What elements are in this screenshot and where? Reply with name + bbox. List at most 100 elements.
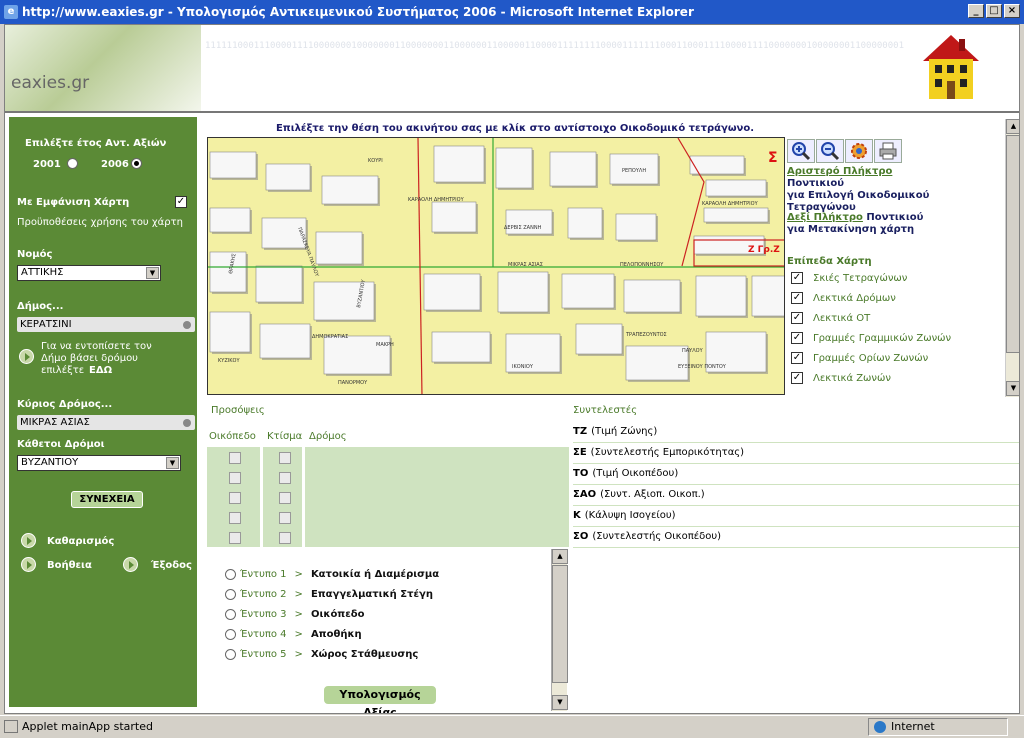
form-radio[interactable] — [225, 648, 236, 660]
calculate-value-button[interactable]: Υπολογισμός Αξίας — [323, 685, 437, 713]
layer-checkbox[interactable]: ✓ — [791, 292, 803, 304]
locate-here-link[interactable]: ΕΔΩ — [89, 365, 112, 376]
layer-label: Λεκτικά ΟΤ — [813, 312, 871, 324]
main-street-combo[interactable]: ΜΙΚΡΑΣ ΑΣΙΑΣ — [17, 415, 195, 430]
layer-checkbox[interactable]: ✓ — [791, 352, 803, 364]
layers-scrollbar[interactable]: ▲ ▼ — [1005, 119, 1019, 397]
form-radio[interactable] — [225, 568, 236, 580]
col-plot: Οικόπεδο — [209, 431, 256, 442]
form-radio[interactable] — [225, 588, 236, 600]
scroll-thumb[interactable] — [1006, 135, 1019, 353]
print-icon[interactable] — [874, 139, 902, 163]
building-checkbox[interactable] — [279, 512, 291, 524]
forms-scrollbar[interactable]: ▲ ▼ — [551, 549, 568, 711]
left-click-text2: για Επιλογή Οικοδομικού — [787, 190, 930, 201]
form-option[interactable]: Έντυπο 2 > Επαγγελματική Στέγη — [225, 587, 433, 601]
form-option[interactable]: Έντυπο 5 > Χώρος Στάθμευσης — [225, 647, 418, 661]
locate-line3: επιλέξτε — [41, 365, 85, 376]
minimize-button[interactable]: _ — [968, 4, 984, 18]
nomos-select[interactable]: ΑΤΤΙΚΗΣ ▼ — [17, 265, 161, 281]
street-label: ΜΙΚΡΑΣ ΑΣΙΑΣ — [508, 262, 543, 268]
status-text: Applet mainApp started — [22, 720, 153, 733]
form-option[interactable]: Έντυπο 4 > Αποθήκη — [225, 627, 362, 641]
window-titlebar: e http://www.eaxies.gr - Υπολογισμός Αντ… — [0, 0, 1024, 24]
layer-checkbox[interactable]: ✓ — [791, 312, 803, 324]
security-zone: Internet — [868, 718, 1008, 736]
layer-item[interactable]: ✓ Σκιές Τετραγώνων — [791, 271, 907, 285]
close-button[interactable]: × — [1004, 4, 1020, 18]
plot-checkbox[interactable] — [229, 532, 241, 544]
settings-gear-icon[interactable] — [845, 139, 873, 163]
exit-link[interactable]: Έξοδος — [151, 560, 192, 571]
scroll-thumb[interactable] — [552, 565, 568, 683]
right-click-link[interactable]: Δεξί Πλήκτρο — [787, 212, 863, 223]
map-terms-link[interactable]: Προϋποθέσεις χρήσης του χάρτη — [17, 217, 183, 228]
plot-checkbox[interactable] — [229, 452, 241, 464]
street-map[interactable]: Σ Ζ Γρ.Ζ ΜΙΚΡΑΣ ΑΣΙΑΣ ΚΑΡΑΟΛΗ ΔΗΜΗΤΡΙΟΥ … — [207, 137, 785, 395]
year-2006-radio[interactable] — [131, 158, 142, 169]
maximize-button[interactable]: □ — [986, 4, 1002, 18]
chevron-down-icon[interactable]: ▼ — [166, 457, 179, 469]
clear-link[interactable]: Καθαρισμός — [47, 536, 114, 547]
coef-code: ΣΑΟ — [573, 489, 597, 500]
left-click-link[interactable]: Αριστερό Πλήκτρο — [787, 166, 892, 177]
zoom-out-icon[interactable] — [816, 139, 844, 163]
layer-checkbox[interactable]: ✓ — [791, 372, 803, 384]
page-status-icon — [4, 720, 18, 733]
help-arrow-icon[interactable] — [21, 557, 36, 572]
street-label: ΔΕΡΒΙΣ ΖΑΝΝΗ — [504, 225, 542, 231]
form-arrow: > — [294, 648, 303, 660]
zoom-in-icon[interactable] — [787, 139, 815, 163]
site-logo[interactable]: eaxies.gr — [11, 73, 89, 93]
forms-list: Έντυπο 1 > Κατοικία ή Διαμέρισμα Έντυπο 2 >… — [207, 551, 547, 713]
scroll-down-icon[interactable]: ▼ — [1006, 381, 1019, 396]
help-link[interactable]: Βοήθεια — [47, 560, 92, 571]
scroll-up-icon[interactable]: ▲ — [1006, 119, 1019, 134]
layer-item[interactable]: ✓ Γραμμές Ορίων Ζωνών — [791, 351, 928, 365]
zone-label-sigma: Σ — [768, 150, 778, 166]
dimos-combo[interactable]: ΚΕΡΑΤΣΙΝΙ — [17, 317, 195, 332]
building-checkbox[interactable] — [279, 452, 291, 464]
layer-item[interactable]: ✓ Λεκτικά Δρόμων — [791, 291, 896, 305]
form-name: Επαγγελματική Στέγη — [310, 588, 433, 600]
show-map-checkbox[interactable]: ✓ — [175, 196, 187, 208]
form-id: Έντυπο 4 — [240, 628, 287, 640]
form-name: Χώρος Στάθμευσης — [310, 648, 419, 660]
building-checkbox[interactable] — [279, 472, 291, 484]
layer-item[interactable]: ✓ Γραμμές Γραμμικών Ζωνών — [791, 331, 951, 345]
layer-checkbox[interactable]: ✓ — [791, 272, 803, 284]
form-arrow: > — [294, 608, 303, 620]
chevron-down-icon[interactable]: ▼ — [146, 267, 159, 279]
exit-arrow-icon[interactable] — [123, 557, 138, 572]
map-canvas[interactable]: Σ Ζ Γρ.Ζ ΜΙΚΡΑΣ ΑΣΙΑΣ ΚΑΡΑΟΛΗ ΔΗΜΗΤΡΙΟΥ … — [208, 138, 785, 395]
layer-item[interactable]: ✓ Λεκτικά Ζωνών — [791, 371, 891, 385]
layer-checkbox[interactable]: ✓ — [791, 332, 803, 344]
dimos-value: ΚΕΡΑΤΣΙΝΙ — [20, 319, 72, 330]
layer-item[interactable]: ✓ Λεκτικά ΟΤ — [791, 311, 870, 325]
year-2001-radio[interactable] — [67, 158, 78, 169]
street-label: ΤΡΑΠΕΖΟΥΝΤΟΣ — [625, 332, 667, 338]
cross-street-select[interactable]: ΒΥΖΑΝΤΙΟΥ ▼ — [17, 455, 181, 471]
year-title: Επιλέξτε έτος Αντ. Αξιών — [25, 138, 167, 149]
layer-label: Λεκτικά Δρόμων — [813, 292, 896, 304]
scroll-down-icon[interactable]: ▼ — [552, 695, 568, 710]
building-checkbox[interactable] — [279, 492, 291, 504]
plot-checkbox[interactable] — [229, 512, 241, 524]
coef-code: Κ — [573, 510, 581, 521]
form-radio[interactable] — [225, 608, 236, 620]
street-label: ΜΑΚΡΗ — [376, 342, 394, 348]
plot-checkbox[interactable] — [229, 492, 241, 504]
sidebar: Επιλέξτε έτος Αντ. Αξιών 2001 2006 Με Εμ… — [9, 117, 197, 707]
form-option[interactable]: Έντυπο 3 > Οικόπεδο — [225, 607, 365, 621]
site-header: eaxies.gr 111111000111000011110000000100… — [5, 25, 1019, 111]
clear-arrow-icon[interactable] — [21, 533, 36, 548]
scroll-up-icon[interactable]: ▲ — [552, 549, 568, 564]
logo-text: eaxies.gr — [11, 73, 90, 93]
form-radio[interactable] — [225, 628, 236, 640]
dropdown-dot-icon — [183, 321, 191, 329]
locate-arrow-icon[interactable] — [19, 349, 34, 364]
plot-checkbox[interactable] — [229, 472, 241, 484]
building-checkbox[interactable] — [279, 532, 291, 544]
form-option[interactable]: Έντυπο 1 > Κατοικία ή Διαμέρισμα — [225, 567, 439, 581]
continue-button[interactable]: ΣΥΝΕΧΕΙΑ — [71, 491, 143, 508]
